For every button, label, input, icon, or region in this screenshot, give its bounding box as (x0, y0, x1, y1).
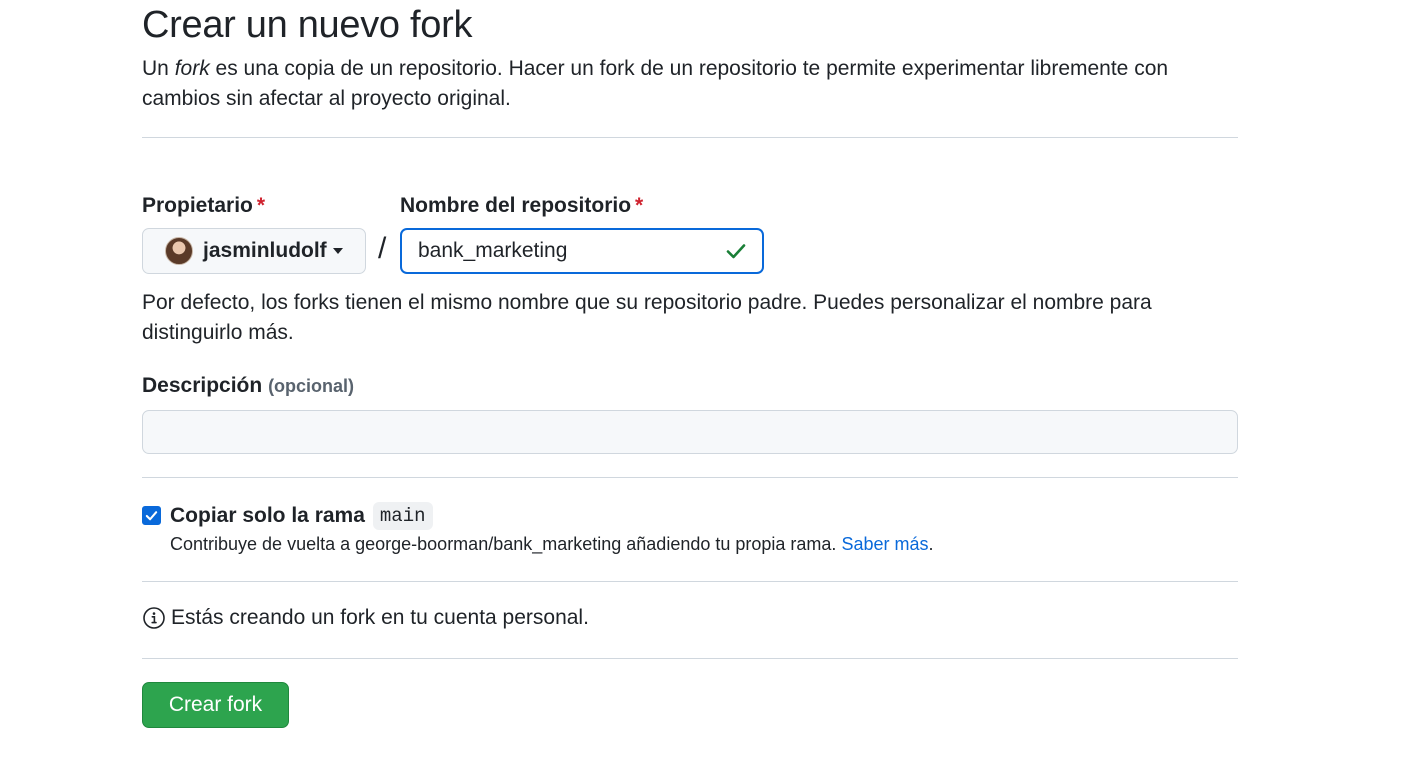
description-label: Descripción (opcional) (142, 374, 354, 398)
create-fork-button[interactable]: Crear fork (142, 682, 289, 728)
page-title: Crear un nuevo fork (142, 4, 473, 46)
avatar (165, 237, 193, 265)
repository-help-text: Por defecto, los forks tienen el mismo n… (142, 291, 1152, 344)
owner-required-mark: * (256, 194, 266, 217)
description-label-text: Descripción (142, 374, 263, 397)
copy-main-branch-checkbox[interactable] (142, 506, 161, 525)
learn-more-suffix: . (928, 534, 934, 554)
subtitle-suffix: es una copia de un repositorio. Hacer un… (142, 57, 1169, 110)
check-icon (726, 244, 746, 259)
owner-repo-separator: / (378, 232, 387, 265)
page: Crear un nuevo fork Un fork es una copia… (0, 0, 1408, 768)
description-optional-hint: (opcional) (268, 376, 355, 396)
info-divider (142, 658, 1238, 659)
copy-branch-help-text: Contribuye de vuelta a george-boorman/ba… (170, 534, 837, 554)
repository-label: Nombre del repositorio * (400, 194, 643, 218)
owner-name: jasminludolf (203, 239, 327, 262)
page-subtitle: Un fork es una copia de un repositorio. … (142, 54, 1238, 114)
info-notice: Estás creando un fork en tu cuenta perso… (142, 606, 589, 630)
copy-branch-label-text: Copiar solo la rama (170, 504, 365, 527)
chevron-down-icon (332, 248, 343, 254)
description-input[interactable] (142, 410, 1238, 454)
owner-label-text: Propietario (142, 194, 253, 217)
branch-divider (142, 581, 1238, 582)
copy-branch-help: Contribuye de vuelta a george-boorman/ba… (170, 534, 934, 555)
info-text: Estás creando un fork en tu cuenta perso… (171, 606, 589, 629)
owner-label: Propietario * (142, 194, 265, 218)
checkmark-icon (145, 511, 158, 521)
info-icon (143, 607, 165, 629)
repository-name-input[interactable] (418, 239, 724, 263)
subtitle-prefix: Un (142, 57, 175, 80)
repository-label-text: Nombre del repositorio (400, 194, 632, 217)
learn-more-link[interactable]: Saber más (841, 534, 928, 554)
copy-branch-label[interactable]: Copiar solo la rama main (170, 502, 433, 530)
subtitle-emphasis: fork (174, 57, 210, 80)
header-divider (142, 137, 1238, 138)
repository-required-mark: * (635, 194, 644, 217)
owner-select-button[interactable]: jasminludolf (142, 228, 366, 274)
repository-name-field[interactable] (400, 228, 764, 274)
description-divider (142, 477, 1238, 478)
branch-name: main (372, 502, 433, 530)
